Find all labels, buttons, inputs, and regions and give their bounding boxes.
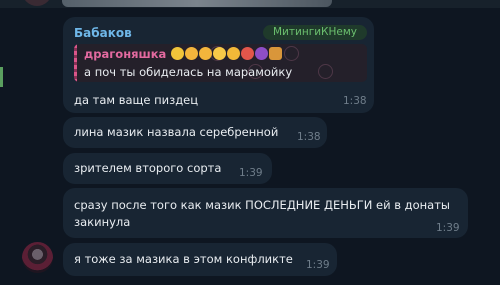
pentagram-pattern-icon xyxy=(284,46,299,61)
message-time: 1:39 xyxy=(239,167,263,179)
sender-name[interactable]: Бабаков xyxy=(74,26,132,40)
message-text-line: закинула xyxy=(74,215,131,229)
message-bubble[interactable]: зрителем второго сорта 1:39 xyxy=(63,153,272,184)
reply-quote[interactable]: драгоняшка а поч ты обиделась на марамой… xyxy=(74,44,367,82)
beer-icon xyxy=(269,47,283,60)
message-text-line: сразу после того как мазик ПОСЛЕДНИЕ ДЕН… xyxy=(74,198,451,212)
angry-face-icon xyxy=(241,47,255,60)
point-right-icon xyxy=(199,47,213,60)
unread-marker xyxy=(0,67,3,87)
message-text: я тоже за мазика в этом конфликте xyxy=(74,252,293,266)
message-text: да там ваще пиздец xyxy=(74,93,199,107)
reply-text: а поч ты обиделась на марамойку xyxy=(84,65,293,79)
avatar[interactable] xyxy=(22,242,53,273)
message-time: 1:38 xyxy=(297,131,321,143)
sender-tag-badge: МитингиКНему xyxy=(263,25,367,40)
message-bubble[interactable]: лина мазик назвала серебренной 1:38 xyxy=(63,117,327,148)
message-time: 1:38 xyxy=(343,95,367,107)
message-bubble[interactable]: я тоже за мазика в этом конфликте 1:39 xyxy=(63,243,337,276)
message-time: 1:39 xyxy=(436,222,460,234)
pray-icon xyxy=(171,47,185,60)
point-right-icon xyxy=(185,47,199,60)
reply-author: драгоняшка xyxy=(84,47,283,61)
message-time: 1:39 xyxy=(306,259,330,271)
thinking-face-icon xyxy=(227,47,241,60)
pentagram-pattern-icon xyxy=(318,64,333,79)
message-bubble[interactable]: Бабаков МитингиКНему драгоняшка а поч ты… xyxy=(63,17,374,113)
reply-quote-bar xyxy=(74,44,77,82)
previous-media-preview[interactable] xyxy=(62,0,332,7)
message-text: зрителем второго сорта xyxy=(74,161,222,175)
message-text: лина мазик назвала серебренной xyxy=(74,125,279,139)
devil-icon xyxy=(255,47,269,60)
reply-author-name: драгоняшка xyxy=(84,47,167,61)
message-bubble[interactable]: сразу после того как мазик ПОСЛЕДНИЕ ДЕН… xyxy=(63,188,468,238)
pleading-face-icon xyxy=(213,47,227,60)
